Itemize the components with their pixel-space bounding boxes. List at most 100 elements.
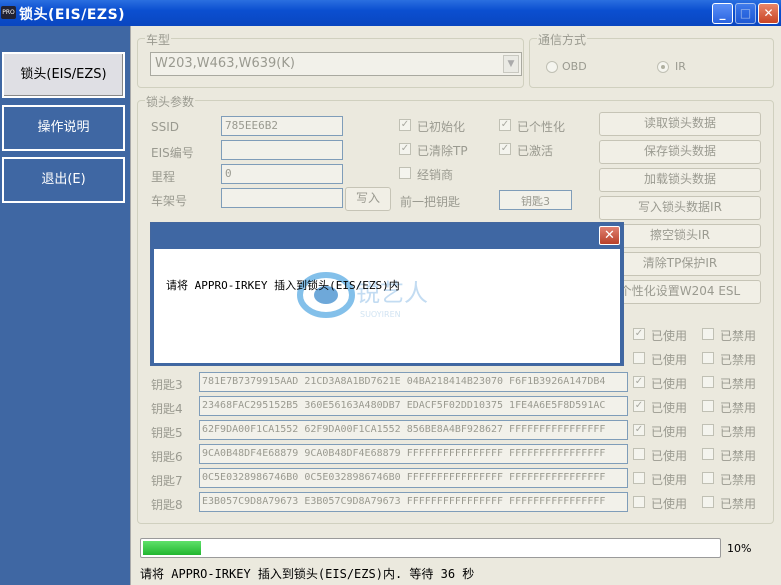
key-6-label: 钥匙6: [151, 450, 183, 464]
radio-ir[interactable]: [657, 61, 669, 73]
watermark-logo: 锐艺人 SUOYIREN: [297, 272, 428, 319]
checkbox-dealer-label: 经销商: [417, 168, 454, 182]
checkbox-personalized-label: 已个性化: [517, 120, 566, 134]
key-3-used-label: 已使用: [651, 377, 688, 391]
key-6-disabled-label: 已禁用: [720, 449, 757, 463]
checkbox-personalized[interactable]: ✓: [499, 119, 511, 131]
radio-ir-label: IR: [675, 60, 686, 73]
key-2-disabled-label: 已禁用: [720, 353, 757, 367]
key-6-used-checkbox[interactable]: [633, 448, 645, 460]
dialog-body: 锐艺人 SUOYIREN 请将 APPRO-IRKEY 插入到锁头(EIS/EZ…: [154, 249, 620, 363]
eis-label: EIS编号: [151, 146, 194, 160]
dialog-title-bar: ✕: [151, 223, 623, 248]
key-4-used-label: 已使用: [651, 401, 688, 415]
key-1-disabled-checkbox[interactable]: [702, 328, 714, 340]
key-4-label: 钥匙4: [151, 402, 183, 416]
checkbox-dealer[interactable]: [399, 167, 411, 179]
ssid-label: SSID: [151, 120, 180, 134]
key-5-label: 钥匙5: [151, 426, 183, 440]
key-6-disabled-checkbox[interactable]: [702, 448, 714, 460]
radio-obd[interactable]: [546, 61, 558, 73]
key-3-field[interactable]: 781E7B7379915AAD 21CD3A8A1BD7621E 04BA21…: [199, 372, 628, 392]
nav-lock-eis[interactable]: 锁头(EIS/EZS): [2, 52, 125, 98]
key-7-disabled-label: 已禁用: [720, 473, 757, 487]
key-5-used-checkbox[interactable]: ✓: [633, 424, 645, 436]
close-icon[interactable]: ✕: [599, 226, 620, 245]
eis-field[interactable]: [221, 140, 343, 160]
vehicle-select-value: W203,W463,W639(K): [155, 56, 295, 71]
key-2-used-label: 已使用: [651, 353, 688, 367]
app-icon: PRO: [1, 6, 16, 19]
key-3-disabled-label: 已禁用: [720, 377, 757, 391]
load-lock-button[interactable]: 加载锁头数据: [599, 168, 761, 192]
vin-label: 车架号: [151, 194, 188, 208]
key-6-field[interactable]: 9CA0B48DF4E68879 9CA0B48DF4E68879 FFFFFF…: [199, 444, 628, 464]
maximize-button[interactable]: □: [735, 3, 756, 24]
close-button[interactable]: ✕: [758, 3, 779, 24]
key-8-disabled-label: 已禁用: [720, 497, 757, 511]
progress-percent: 10%: [727, 542, 752, 555]
key-7-used-checkbox[interactable]: [633, 472, 645, 484]
key-7-used-label: 已使用: [651, 473, 688, 487]
insert-key-dialog: ✕ 锐艺人 SUOYIREN 请将 APPRO-IRKEY 插入到锁头(EIS/…: [150, 222, 624, 366]
ssid-field[interactable]: 785EE6B2: [221, 116, 343, 136]
vehicle-select[interactable]: W203,W463,W639(K) ▼: [150, 52, 522, 76]
radio-obd-label: OBD: [562, 60, 587, 73]
vin-field[interactable]: [221, 188, 343, 208]
key-1-disabled-label: 已禁用: [720, 329, 757, 343]
key-2-disabled-checkbox[interactable]: [702, 352, 714, 364]
checkbox-tp-cleared-label: 已清除TP: [417, 144, 468, 158]
key-5-field[interactable]: 62F9DA00F1CA1552 62F9DA00F1CA1552 856BE8…: [199, 420, 628, 440]
save-lock-button[interactable]: 保存锁头数据: [599, 140, 761, 164]
dialog-message: 请将 APPRO-IRKEY 插入到锁头(EIS/EZS)内: [166, 279, 400, 292]
key-8-used-checkbox[interactable]: [633, 496, 645, 508]
key-7-label: 钥匙7: [151, 474, 183, 488]
checkbox-initialized[interactable]: ✓: [399, 119, 411, 131]
key-8-used-label: 已使用: [651, 497, 688, 511]
key-3-used-checkbox[interactable]: ✓: [633, 376, 645, 388]
key-8-field[interactable]: E3B057C9D8A79673 E3B057C9D8A79673 FFFFFF…: [199, 492, 628, 512]
key-4-field[interactable]: 23468FAC295152B5 360E56163A480DB7 EDACF5…: [199, 396, 628, 416]
watermark-subtext: SUOYIREN: [360, 310, 401, 319]
key-3-disabled-checkbox[interactable]: [702, 376, 714, 388]
chevron-down-icon[interactable]: ▼: [503, 55, 519, 73]
key-1-used-label: 已使用: [651, 329, 688, 343]
read-lock-button[interactable]: 读取锁头数据: [599, 112, 761, 136]
window-title: 锁头(EIS/EZS): [19, 7, 126, 23]
key-8-label: 钥匙8: [151, 498, 183, 512]
checkbox-activated[interactable]: ✓: [499, 143, 511, 155]
key-3-label: 钥匙3: [151, 378, 183, 392]
comm-group-label: 通信方式: [537, 31, 588, 48]
title-bar: PRO 锁头(EIS/EZS) _ □ ✕: [0, 0, 781, 26]
key-7-field[interactable]: 0C5E0328986746B0 0C5E0328986746B0 FFFFFF…: [199, 468, 628, 488]
mileage-field[interactable]: 0: [221, 164, 343, 184]
key-4-disabled-checkbox[interactable]: [702, 400, 714, 412]
status-text: 请将 APPRO-IRKEY 插入到锁头(EIS/EZS)内. 等待 36 秒: [140, 567, 475, 581]
key-6-used-label: 已使用: [651, 449, 688, 463]
checkbox-tp-cleared[interactable]: ✓: [399, 143, 411, 155]
nav-exit[interactable]: 退出(E): [2, 157, 125, 203]
minimize-button[interactable]: _: [712, 3, 733, 24]
key-4-used-checkbox[interactable]: ✓: [633, 400, 645, 412]
progress-bar: [140, 538, 721, 558]
prev-key-field[interactable]: 钥匙3: [499, 190, 572, 210]
key-8-disabled-checkbox[interactable]: [702, 496, 714, 508]
nav-instructions[interactable]: 操作说明: [2, 105, 125, 151]
sidebar: 锁头(EIS/EZS) 操作说明 退出(E): [0, 26, 130, 585]
lock-params-label: 锁头参数: [145, 93, 196, 110]
key-2-used-checkbox[interactable]: [633, 352, 645, 364]
prev-key-label: 前一把钥匙: [400, 195, 461, 209]
key-7-disabled-checkbox[interactable]: [702, 472, 714, 484]
key-5-disabled-checkbox[interactable]: [702, 424, 714, 436]
key-5-used-label: 已使用: [651, 425, 688, 439]
vehicle-group-label: 车型: [145, 31, 172, 48]
checkbox-initialized-label: 已初始化: [417, 120, 466, 134]
write-button[interactable]: 写入: [345, 187, 391, 211]
write-lock-ir-button[interactable]: 写入锁头数据IR: [599, 196, 761, 220]
mileage-label: 里程: [151, 170, 176, 184]
checkbox-activated-label: 已激活: [517, 144, 554, 158]
key-5-disabled-label: 已禁用: [720, 425, 757, 439]
key-1-used-checkbox[interactable]: ✓: [633, 328, 645, 340]
key-4-disabled-label: 已禁用: [720, 401, 757, 415]
progress-fill: [143, 541, 201, 555]
